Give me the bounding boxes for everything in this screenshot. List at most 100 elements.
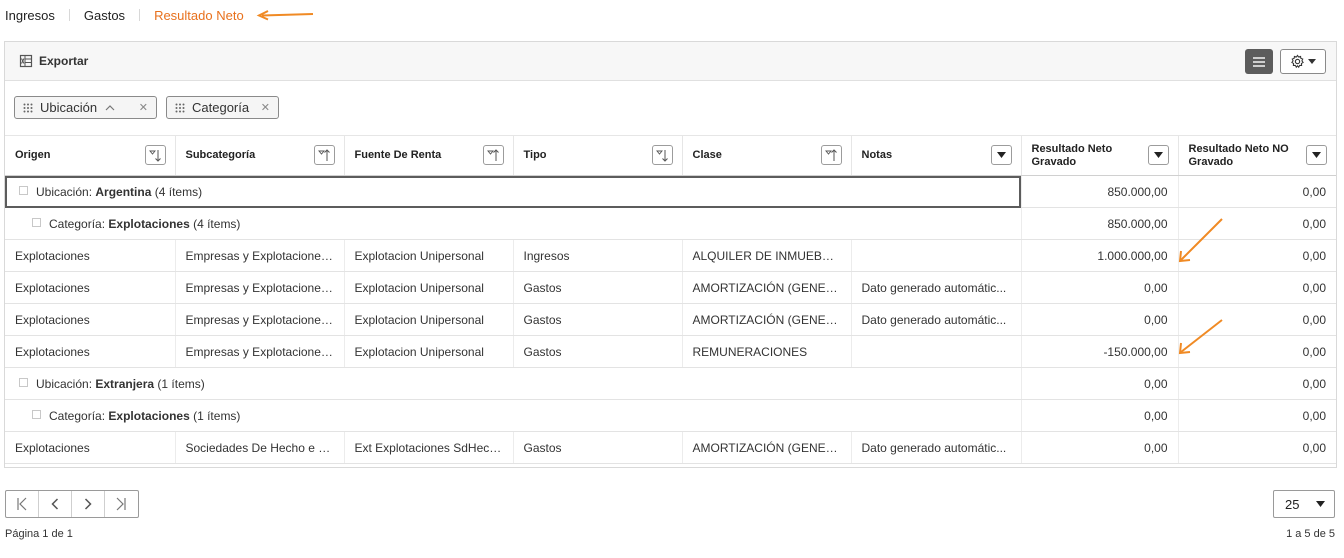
- table-row[interactable]: Explotaciones Empresas y Explotaciones..…: [5, 335, 1336, 368]
- export-label: Exportar: [39, 54, 89, 68]
- remove-group-icon[interactable]: ✕: [139, 101, 148, 114]
- group-total-gravado: 850.000,00: [1021, 207, 1179, 240]
- group-count: (4 ítems): [154, 184, 203, 199]
- tab-resultado-neto[interactable]: Resultado Neto: [154, 8, 244, 23]
- sort-filter-button[interactable]: [482, 145, 504, 165]
- cell-notas: Dato generado automátic...: [851, 303, 1022, 336]
- pagination-controls: [5, 490, 139, 518]
- drag-handle-icon: [23, 103, 33, 112]
- remove-group-icon[interactable]: ✕: [261, 101, 270, 114]
- gear-icon: [1291, 54, 1304, 69]
- group-cell[interactable]: Ubicación: Argentina (4 ítems): [5, 175, 1022, 208]
- column-header-tipo[interactable]: Tipo: [513, 135, 683, 176]
- export-button[interactable]: Exportar: [19, 54, 88, 68]
- list-view-button[interactable]: [1245, 49, 1273, 74]
- table-row[interactable]: Explotaciones Sociedades De Hecho e Ir..…: [5, 431, 1336, 464]
- cell-gravado: 0,00: [1021, 303, 1179, 336]
- caret-down-icon: [1312, 152, 1321, 158]
- cell-tipo: Gastos: [513, 335, 683, 368]
- cell-tipo: Gastos: [513, 303, 683, 336]
- group-name: Explotaciones: [108, 408, 190, 423]
- chevron-right-icon: [84, 498, 92, 510]
- caret-down-icon: [996, 152, 1006, 158]
- previous-page-button[interactable]: [39, 491, 72, 517]
- sort-filter-button[interactable]: [313, 145, 335, 165]
- group-name: Explotaciones: [108, 216, 190, 231]
- sort-filter-button[interactable]: [651, 145, 673, 165]
- column-header-notas[interactable]: Notas: [851, 135, 1022, 176]
- filter-sort-icon: [486, 148, 499, 161]
- group-chip-ubicacion[interactable]: Ubicación ✕: [14, 96, 157, 119]
- group-total-no-gravado: 0,00: [1178, 367, 1336, 400]
- cell-origen: Explotaciones: [5, 335, 176, 368]
- next-page-button[interactable]: [72, 491, 105, 517]
- filter-sort-icon: [317, 148, 330, 161]
- group-name: Argentina: [95, 184, 152, 199]
- group-row-categoria[interactable]: Categoría: Explotaciones (4 ítems) 850.0…: [5, 207, 1336, 240]
- last-page-icon: [117, 497, 127, 511]
- column-header-clase[interactable]: Clase: [682, 135, 852, 176]
- tab-gastos[interactable]: Gastos: [84, 8, 125, 23]
- group-prefix: Categoría:: [49, 408, 106, 423]
- group-cell[interactable]: Categoría: Explotaciones (1 ítems): [5, 399, 1022, 432]
- column-header-subcategoria[interactable]: Subcategoría: [175, 135, 345, 176]
- group-total-gravado: 0,00: [1021, 399, 1179, 432]
- collapse-icon[interactable]: [32, 409, 41, 419]
- column-header-origen[interactable]: Origen: [5, 135, 176, 176]
- cell-clase: AMORTIZACIÓN (GENER...: [682, 303, 852, 336]
- collapse-icon[interactable]: [19, 185, 28, 195]
- last-page-button[interactable]: [105, 491, 138, 517]
- column-menu-button[interactable]: [1306, 145, 1327, 165]
- table-row[interactable]: Explotaciones Empresas y Explotaciones..…: [5, 303, 1336, 336]
- cell-origen: Explotaciones: [5, 303, 176, 336]
- group-row-categoria[interactable]: Categoría: Explotaciones (1 ítems) 0,00 …: [5, 399, 1336, 432]
- column-header-resultado-neto-gravado[interactable]: Resultado Neto Gravado: [1021, 135, 1179, 176]
- filter-sort-icon: [148, 149, 161, 162]
- cell-no-gravado: 0,00: [1178, 271, 1336, 304]
- page-size-select[interactable]: 25: [1273, 490, 1335, 518]
- page-info: Página 1 de 1: [5, 528, 73, 540]
- group-cell[interactable]: Ubicación: Extranjera (1 ítems): [5, 367, 1022, 400]
- caret-down-icon: [1153, 152, 1163, 158]
- settings-dropdown-button[interactable]: [1280, 49, 1326, 74]
- page-size-value: 25: [1285, 496, 1300, 512]
- group-chip-label: Categoría: [192, 100, 250, 115]
- group-prefix: Ubicación:: [36, 376, 93, 391]
- group-row-ubicacion[interactable]: Ubicación: Extranjera (1 ítems) 0,00 0,0…: [5, 367, 1336, 400]
- first-page-button[interactable]: [6, 491, 39, 517]
- group-chip-categoria[interactable]: Categoría ✕: [166, 96, 279, 119]
- annotation-arrow: [256, 10, 314, 21]
- sort-filter-button[interactable]: [820, 145, 842, 165]
- cell-subcategoria: Empresas y Explotaciones...: [175, 303, 345, 336]
- sort-ascending-icon[interactable]: [105, 104, 115, 111]
- group-row-ubicacion[interactable]: Ubicación: Argentina (4 ítems) 850.000,0…: [5, 175, 1336, 208]
- group-prefix: Categoría:: [49, 216, 106, 231]
- collapse-icon[interactable]: [32, 217, 41, 227]
- cell-no-gravado: 0,00: [1178, 431, 1336, 464]
- group-count: (4 ítems): [193, 216, 241, 231]
- column-menu-button[interactable]: [990, 145, 1012, 165]
- group-prefix: Ubicación:: [36, 184, 93, 199]
- column-header-resultado-neto-no-gravado[interactable]: Resultado Neto NO Gravado: [1178, 135, 1336, 176]
- drag-handle-icon: [175, 103, 185, 112]
- cell-fuente: Explotacion Unipersonal: [344, 271, 514, 304]
- cell-subcategoria: Empresas y Explotaciones...: [175, 335, 345, 368]
- column-menu-button[interactable]: [1147, 145, 1169, 165]
- table-row[interactable]: Explotaciones Empresas y Explotaciones..…: [5, 271, 1336, 304]
- list-icon: [1253, 56, 1265, 67]
- cell-fuente: Explotacion Unipersonal: [344, 303, 514, 336]
- column-header-fuente-de-renta[interactable]: Fuente De Renta: [344, 135, 514, 176]
- sort-filter-button[interactable]: [144, 145, 166, 165]
- chevron-left-icon: [51, 498, 59, 510]
- column-label: Fuente De Renta: [354, 149, 442, 161]
- header-row: Origen Subcategoría Fuente De Renta Tipo…: [5, 135, 1336, 176]
- group-total-gravado: 850.000,00: [1021, 175, 1179, 208]
- cell-tipo: Gastos: [513, 431, 683, 464]
- table-row[interactable]: Explotaciones Empresas y Explotaciones..…: [5, 239, 1336, 272]
- collapse-icon[interactable]: [19, 377, 28, 387]
- group-total-gravado: 0,00: [1021, 367, 1179, 400]
- column-label: Resultado Neto Gravado: [1031, 142, 1113, 168]
- cell-gravado: 0,00: [1021, 271, 1179, 304]
- tab-ingresos[interactable]: Ingresos: [5, 8, 55, 23]
- group-cell[interactable]: Categoría: Explotaciones (4 ítems): [5, 207, 1022, 240]
